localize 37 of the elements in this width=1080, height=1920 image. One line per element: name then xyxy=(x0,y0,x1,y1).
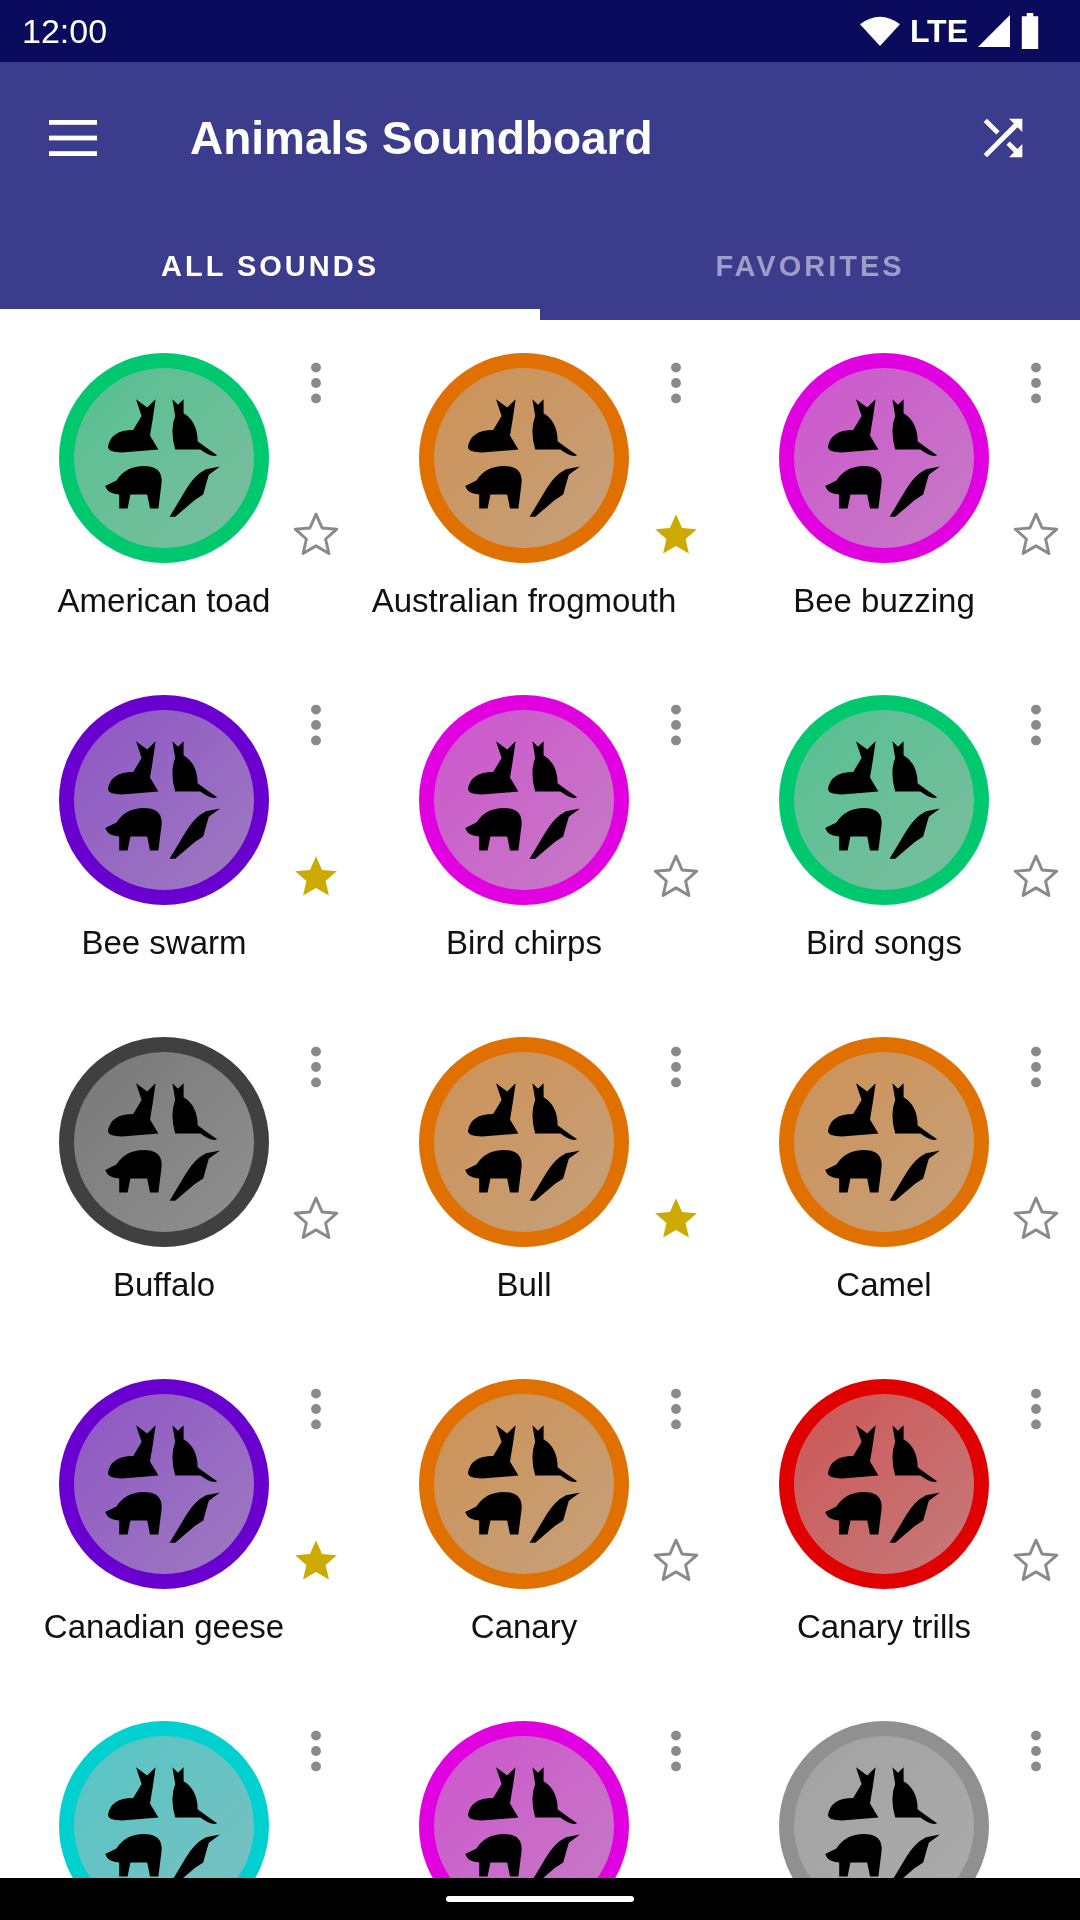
battery-icon xyxy=(1020,13,1040,49)
sound-label: Bull xyxy=(495,1265,553,1305)
wifi-icon xyxy=(859,16,900,46)
sound-label: Canadian geese xyxy=(42,1607,286,1647)
more-options-icon[interactable] xyxy=(310,703,322,747)
tab[interactable]: ALL SOUNDS xyxy=(0,214,540,320)
sound-label: American toad xyxy=(56,581,272,621)
sound-label: Bird songs xyxy=(805,923,963,963)
sound-label: Buffalo xyxy=(111,1265,217,1305)
sound-label: Canary trills xyxy=(795,1607,973,1647)
more-options-icon[interactable] xyxy=(1030,361,1042,405)
more-options-icon[interactable] xyxy=(670,703,682,747)
more-options-icon[interactable] xyxy=(1030,1045,1042,1089)
more-options-icon[interactable] xyxy=(1030,1387,1042,1431)
sound-label: Australian frogmouth xyxy=(370,581,678,621)
more-options-icon[interactable] xyxy=(310,361,322,405)
sound-label: Bird chirps xyxy=(445,923,603,963)
sound-label: Canary xyxy=(469,1607,579,1647)
signal-icon xyxy=(978,15,1010,47)
more-options-icon[interactable] xyxy=(310,1387,322,1431)
more-options-icon[interactable] xyxy=(1030,1729,1042,1773)
more-options-icon[interactable] xyxy=(310,1045,322,1089)
sound-label: Bee swarm xyxy=(80,923,248,963)
more-options-icon[interactable] xyxy=(670,361,682,405)
sound-label: Camel xyxy=(835,1265,933,1305)
status-time: 12:00 xyxy=(22,10,108,52)
more-options-icon[interactable] xyxy=(310,1729,322,1773)
home-handle[interactable] xyxy=(446,1896,634,1902)
tab[interactable]: FAVORITES xyxy=(540,214,1080,320)
sound-label: Bee buzzing xyxy=(792,581,976,621)
network-type: LTE xyxy=(909,12,968,51)
menu-icon[interactable] xyxy=(48,120,98,156)
more-options-icon[interactable] xyxy=(670,1387,682,1431)
more-options-icon[interactable] xyxy=(670,1729,682,1773)
app-title: Animals Soundboard xyxy=(190,110,653,166)
more-options-icon[interactable] xyxy=(670,1045,682,1089)
more-options-icon[interactable] xyxy=(1030,703,1042,747)
